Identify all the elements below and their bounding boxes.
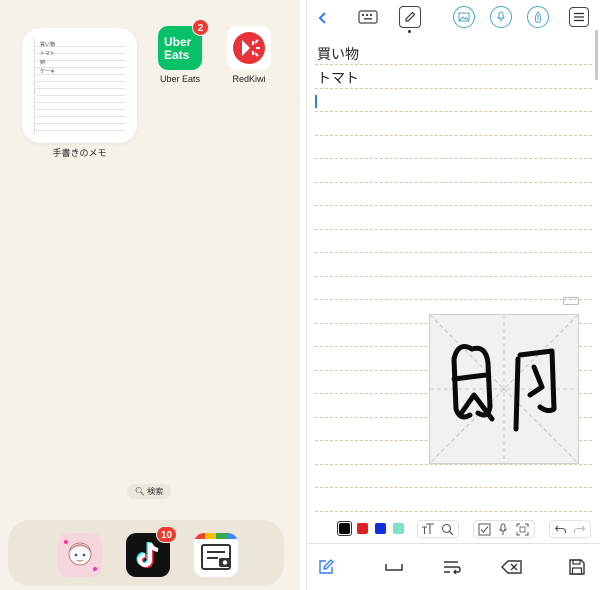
notepad-camera-icon (194, 533, 238, 570)
redo-icon (573, 525, 585, 533)
note-camera-app-icon[interactable] (194, 533, 238, 577)
ruled-line (315, 158, 592, 159)
search-label: 検索 (147, 487, 164, 496)
chevron-left-icon (318, 12, 326, 24)
ruled-line (315, 229, 592, 230)
ink-toolbar (337, 518, 591, 540)
keyboard-icon (358, 10, 378, 24)
handwriting-mode-button[interactable] (399, 6, 421, 28)
note-editor: 買い物 トマト ··· (306, 0, 600, 590)
uber-logo-line2: Eats (164, 48, 190, 62)
notification-badge: 10 (156, 526, 178, 543)
ruled-line (315, 135, 592, 136)
floppy-disk-icon (569, 559, 585, 575)
checkbox-icon (478, 523, 490, 535)
note-line[interactable]: トマト (317, 68, 359, 88)
text-size-icon (422, 523, 434, 534)
pen-settings-button[interactable] (527, 6, 549, 28)
widget-label: 手書きのメモ (52, 148, 107, 158)
back-button[interactable] (313, 8, 333, 28)
backspace-icon (501, 560, 522, 574)
dock: 10 (8, 520, 284, 586)
checkbox-button[interactable] (476, 521, 492, 537)
edit-text-button[interactable] (313, 554, 339, 580)
canvas-options-handle[interactable]: ··· (563, 297, 579, 305)
uber-eats-app-icon[interactable]: Uber Eats 2 (158, 19, 209, 70)
canvas-guides-and-ink (429, 314, 579, 464)
microphone-icon (499, 523, 507, 535)
pen-nib-icon (534, 11, 542, 23)
color-swatch-black[interactable] (339, 523, 350, 534)
image-icon (458, 12, 470, 22)
ruled-line (315, 205, 592, 206)
ruled-line (315, 487, 592, 488)
widget-margin-line (34, 38, 35, 133)
space-bar-icon (385, 564, 403, 571)
redkiwi-app-icon[interactable] (227, 26, 271, 70)
app-label-redkiwi: RedKiwi (232, 74, 266, 84)
ruled-line (315, 299, 592, 300)
home-screen: 買い物 トマト 卵 ケーキ 手書きのメモ Uber Eats 2 Uber Ea… (0, 0, 300, 590)
newline-button[interactable] (439, 554, 465, 580)
search-icon: 🔍︎ (134, 487, 145, 496)
redkiwi-logo-icon (233, 32, 265, 64)
dictation-button[interactable] (495, 521, 511, 537)
search-button[interactable] (439, 521, 455, 537)
redo-button[interactable] (571, 521, 587, 537)
widget-line: 買い物 (40, 42, 56, 48)
ruled-line (315, 64, 592, 65)
anime-app-icon[interactable] (58, 533, 102, 577)
space-button[interactable] (381, 554, 407, 580)
voice-input-button[interactable] (490, 6, 512, 28)
widget-line: 卵 (40, 60, 46, 66)
ruled-line (315, 182, 592, 183)
undo-button[interactable] (552, 521, 568, 537)
widget-line: トマト (40, 51, 56, 57)
ruled-line (315, 511, 592, 512)
undo-icon (554, 525, 566, 533)
spotlight-search-button[interactable]: 🔍︎ 検索 (127, 484, 171, 499)
ruled-line (315, 111, 592, 112)
color-swatch-red[interactable] (357, 523, 368, 534)
text-size-button[interactable] (420, 521, 436, 537)
ruled-line (315, 252, 592, 253)
color-swatch-blue[interactable] (375, 523, 386, 534)
active-mode-indicator (408, 30, 411, 33)
keyboard-mode-button[interactable] (357, 7, 379, 27)
app-label-uber-eats: Uber Eats (159, 74, 201, 84)
insert-image-button[interactable] (453, 6, 475, 28)
ruled-line (315, 88, 592, 89)
edit-square-icon (319, 559, 334, 574)
backspace-button[interactable] (499, 554, 525, 580)
scrollbar[interactable] (595, 30, 598, 80)
tiktok-app-icon[interactable]: 10 (126, 526, 178, 577)
notification-badge: 2 (192, 19, 209, 36)
text-cursor (315, 95, 317, 108)
magnifier-icon (441, 523, 453, 535)
scan-button[interactable] (514, 521, 530, 537)
save-button[interactable] (564, 554, 590, 580)
scan-icon (516, 523, 528, 535)
bottom-toolbar (307, 543, 600, 590)
anime-character-icon (64, 540, 97, 571)
microphone-icon (497, 11, 505, 22)
return-icon (444, 561, 461, 574)
widget-line: ケーキ (40, 69, 56, 75)
ruled-line (315, 276, 592, 277)
note-line[interactable]: 買い物 (317, 44, 359, 64)
pencil-icon (405, 11, 416, 22)
hamburger-menu-icon (574, 12, 584, 22)
memo-widget[interactable]: 買い物 トマト 卵 ケーキ (22, 28, 137, 143)
handwriting-canvas[interactable] (429, 314, 579, 464)
menu-button[interactable] (569, 7, 589, 27)
color-swatch-mint[interactable] (393, 523, 404, 534)
uber-logo-line1: Uber (164, 35, 192, 49)
